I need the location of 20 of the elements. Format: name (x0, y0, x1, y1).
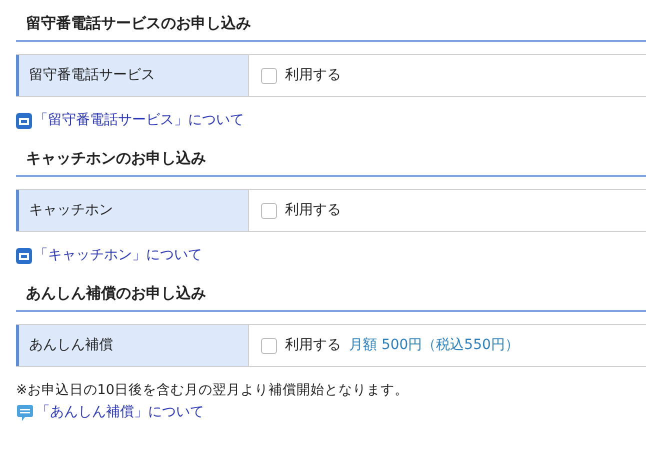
window-icon (16, 112, 32, 128)
info-link[interactable]: 「留守番電話サービス」について (34, 110, 244, 131)
section-heading: キャッチホンのお申し込み (25, 148, 207, 169)
checkbox[interactable] (261, 202, 277, 218)
section-heading: あんしん補償のお申し込み (25, 283, 207, 304)
checkbox[interactable] (261, 68, 277, 84)
row-label: キャッチホン (16, 190, 249, 231)
row-label: あんしん補償 (16, 325, 249, 366)
use-checkbox[interactable]: 利用する (261, 200, 341, 221)
use-checkbox[interactable]: 利用する (261, 65, 341, 86)
note-text: ※お申込日の10日後を含む月の翌月より補償開始となります。 (16, 381, 410, 400)
use-checkbox[interactable]: 利用する (261, 335, 341, 356)
chat-icon (16, 404, 34, 422)
section-heading: 留守番電話サービスのお申し込み (25, 13, 252, 34)
row-label: 留守番電話サービス (16, 55, 249, 96)
info-link[interactable]: 「キャッチホン」について (34, 245, 202, 266)
info-link[interactable]: 「あんしん補償」について (36, 402, 204, 424)
window-icon (16, 248, 32, 264)
price-text: 月額 500円（税込550円） (349, 336, 519, 355)
checkbox[interactable] (261, 338, 277, 354)
